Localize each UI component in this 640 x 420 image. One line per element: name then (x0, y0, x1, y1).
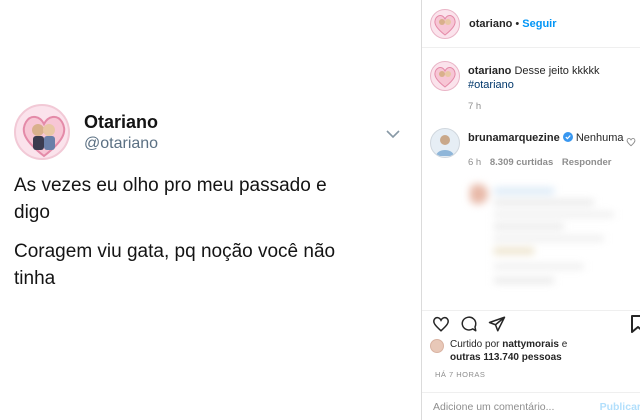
post-timestamp[interactable]: HÁ 7 HORAS (435, 370, 485, 379)
heart-icon[interactable] (626, 134, 636, 170)
post-actions (422, 310, 640, 336)
follow-button[interactable]: Seguir (522, 18, 556, 30)
comment-likes[interactable]: 8.309 curtidas (490, 157, 553, 168)
save-bookmark-icon[interactable] (630, 315, 640, 338)
liked-by-username[interactable]: nattymorais (502, 339, 559, 350)
blurred-comments (468, 182, 620, 302)
comment-time: 6 h (468, 157, 482, 168)
caption-text: Desse jeito kkkkk (514, 65, 600, 77)
post-header: otariano • Seguir (422, 0, 640, 48)
likes-summary: Curtido por nattymorais e outras 113.740… (430, 338, 567, 364)
likes-count[interactable]: outras 113.740 pessoas (450, 352, 562, 363)
comment-input[interactable]: Adicione um comentário... (433, 401, 600, 413)
comment-bubble-icon[interactable] (460, 315, 478, 338)
avatar[interactable] (430, 61, 460, 91)
tweet-line: As vezes eu olho pro meu passado e (14, 175, 327, 196)
likes-suffix: e (561, 339, 568, 350)
tweet-display-name: Otariano (84, 111, 159, 132)
instagram-post-view: Otariano @otariano As vezes eu olho pro … (0, 0, 640, 420)
tweet-line: Coragem viu gata, pq noção você não (14, 241, 336, 262)
like-heart-icon[interactable] (432, 315, 450, 338)
caption-time: 7 h (468, 101, 482, 112)
avatar[interactable] (430, 8, 460, 39)
post-author-username[interactable]: otariano (469, 18, 512, 30)
chevron-down-icon (386, 126, 400, 144)
share-paper-plane-icon[interactable] (488, 315, 506, 338)
tweet-line: digo (14, 202, 50, 223)
caption-username[interactable]: otariano (468, 65, 511, 77)
hashtag-link[interactable]: #otariano (468, 79, 514, 91)
avatar[interactable] (430, 128, 460, 158)
verified-badge-icon (562, 132, 573, 144)
reply-button[interactable]: Responder (562, 157, 612, 168)
tweet-header: Otariano @otariano (14, 104, 414, 160)
add-comment-bar: Adicione um comentário... Publicar (422, 392, 640, 420)
comment-item: brunamarquezine Nenhuma 6 h 8.309 curtid… (422, 128, 640, 170)
avatar[interactable] (430, 339, 444, 353)
caption: otariano Desse jeito kkkkk #otariano 7 h (422, 61, 640, 114)
likes-prefix: Curtido por (450, 339, 500, 350)
tweet-line: tinha (14, 268, 56, 289)
comment-text: Nenhuma (575, 132, 624, 144)
comment-username[interactable]: brunamarquezine (468, 132, 560, 144)
tweet-handle: @otariano (84, 134, 159, 152)
post-image[interactable]: Otariano @otariano As vezes eu olho pro … (0, 0, 420, 420)
tweet-avatar (14, 104, 70, 160)
tweet-body: As vezes eu olho pro meu passado e digo C… (14, 172, 414, 292)
tweet-card: Otariano @otariano As vezes eu olho pro … (14, 104, 414, 292)
publish-button[interactable]: Publicar (600, 401, 640, 413)
separator-dot: • (515, 17, 520, 30)
post-side-panel: otariano • Seguir otariano Desse jeito k… (421, 0, 640, 420)
